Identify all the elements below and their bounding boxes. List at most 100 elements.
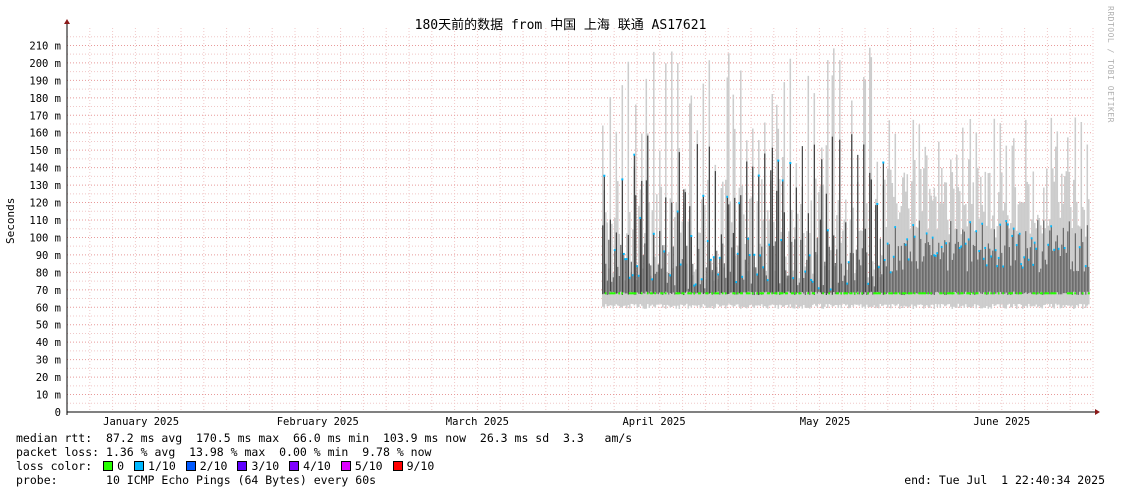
loss-marker [781,179,784,182]
loss-marker [1047,243,1050,246]
rrdtool-watermark: RRDTOOL / TOBI OETIKER [1106,6,1115,123]
y-tick-label: 10 m [36,390,61,402]
median-point [883,292,886,295]
loss-marker [847,261,850,264]
probe-label: probe: [16,473,58,487]
loss-marker [808,254,811,257]
median-point [751,292,754,295]
median-point [837,292,840,295]
loss-marker [945,242,948,245]
y-tick-label: 170 m [29,110,61,122]
loss-marker [613,249,616,252]
median-point [943,292,946,295]
loss-marker [994,249,997,252]
median-point [961,292,964,295]
smokeping-chart: 0 10 m 20 m 30 m 40 m 50 m 60 m 70 m 80 m 90 m 100… [29,19,1100,428]
loss-marker [741,275,744,278]
loss-color-swatch [185,461,196,471]
y-tick-label: 110 m [29,215,61,227]
loss-marker [792,277,795,280]
loss-marker [936,252,939,255]
loss-marker [676,210,679,213]
median-point [717,292,720,295]
median-point [927,292,930,295]
loss-marker [637,274,640,277]
end-time: end: Tue Jul 1 22:40:34 2025 [904,473,1105,487]
median-point [711,292,714,295]
x-axis-arrow [1095,409,1100,415]
loss-marker [969,221,972,224]
median-point [661,292,664,295]
loss-marker [1015,244,1018,247]
loss-color-item: 3/10 [233,459,279,473]
median-point [930,292,933,295]
loss-marker [700,278,703,281]
loss-marker [907,258,910,261]
loss-marker [766,279,769,282]
loss-color-text: 0 [117,459,125,473]
median-point [822,292,825,295]
loss-marker [811,280,814,283]
median-point [613,292,616,295]
median-point [678,292,681,295]
x-tick-label: January 2025 [103,416,179,428]
loss-marker [636,265,639,268]
loss-marker [639,216,642,219]
loss-marker [694,283,697,286]
loss-marker [1053,248,1056,251]
median-point [771,292,774,295]
y-tick-label: 80 m [36,267,61,279]
x-tick-label: May 2025 [800,416,851,428]
median-point [724,292,727,295]
loss-color-text: 4/10 [303,459,331,473]
median-point [699,292,702,295]
median-point [762,292,765,295]
median-point [924,292,927,295]
median-point [775,292,778,295]
median-point [1036,292,1039,295]
median-point [853,292,856,295]
probe-row: probe: 10 ICMP Echo Pings (64 Bytes) eve… [16,473,376,487]
median-point [997,292,1000,295]
median-point [861,292,864,295]
loss-marker [709,258,712,261]
loss-marker [894,226,897,229]
median-point [913,292,916,295]
loss-marker [748,254,751,257]
loss-marker [621,178,624,181]
median-point [846,292,849,295]
median-point [976,292,979,295]
loss-marker [826,229,829,232]
median-point [898,292,901,295]
loss-marker [1020,263,1023,266]
median-point [940,292,943,295]
loss-marker [757,174,760,177]
median-point [621,292,624,295]
median-point [736,292,739,295]
median-point [879,292,882,295]
loss-marker [690,235,693,238]
loss-marker [967,238,970,241]
median-point [748,292,751,295]
loss-marker [1012,227,1015,230]
median-point [972,292,975,295]
loss-marker [789,162,792,165]
loss-marker [925,232,928,235]
loss-marker [912,224,915,227]
x-tick-label: June 2025 [973,416,1030,428]
y-tick-label: 100 m [29,232,61,244]
loss-marker [663,250,666,253]
loss-marker [934,254,937,257]
loss-color-swatch [237,461,248,471]
median-point [1047,292,1050,295]
loss-color-item: 2/10 [182,459,227,473]
x-tick-label: February 2025 [277,416,359,428]
y-tick-label: 120 m [29,198,61,210]
y-tick-label: 0 [55,407,61,419]
loss-color-items: 0 1/10 2/10 3/10 4/10 5/10 9/10 [99,459,440,473]
loss-color-swatch [103,461,114,471]
median-point [799,292,802,295]
loss-marker [631,274,634,277]
loss-color-label: loss color: [16,459,93,473]
median-point [741,292,744,295]
